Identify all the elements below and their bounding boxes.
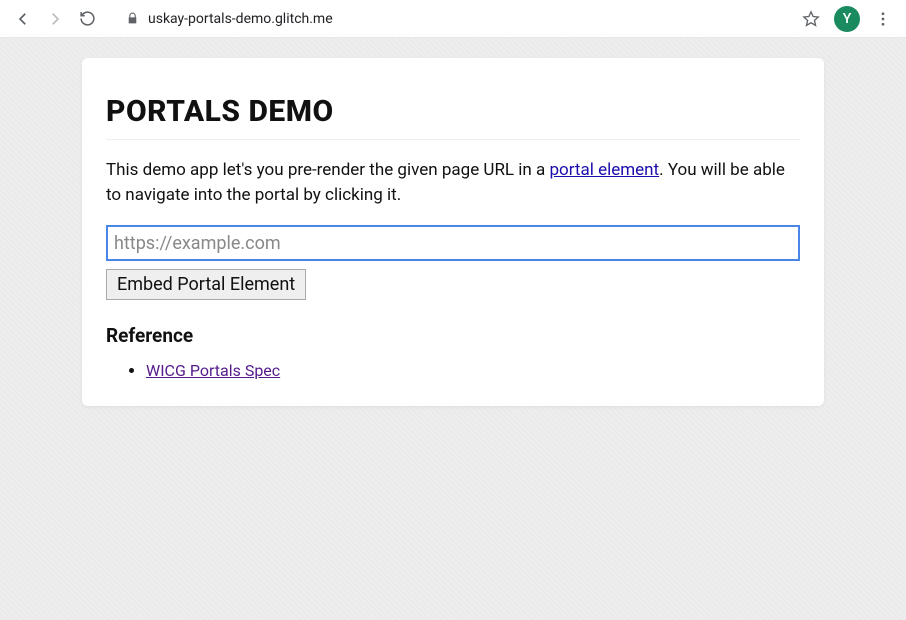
embed-portal-button[interactable]: Embed Portal Element [106, 269, 306, 300]
portal-element-link[interactable]: portal element [550, 160, 660, 180]
page-viewport: PORTALS DEMO This demo app let's you pre… [0, 38, 906, 620]
back-icon[interactable] [14, 10, 32, 28]
page-title: PORTALS DEMO [106, 94, 800, 140]
intro-text-prefix: This demo app let's you pre-render the g… [106, 160, 550, 180]
lock-icon [126, 12, 140, 26]
address-bar[interactable]: uskay-portals-demo.glitch.me [114, 5, 794, 33]
bookmark-star-icon[interactable] [802, 10, 820, 28]
kebab-menu-icon[interactable] [874, 10, 892, 28]
reload-icon[interactable] [78, 10, 96, 28]
intro-paragraph: This demo app let's you pre-render the g… [106, 158, 800, 207]
profile-avatar[interactable]: Y [834, 6, 860, 32]
url-input[interactable] [106, 225, 800, 261]
reference-heading: Reference [106, 324, 800, 347]
forward-icon [46, 10, 64, 28]
avatar-initial: Y [843, 11, 852, 27]
nav-buttons [10, 10, 100, 28]
address-url: uskay-portals-demo.glitch.me [148, 11, 333, 27]
content-card: PORTALS DEMO This demo app let's you pre… [82, 58, 824, 406]
toolbar-right: Y [802, 6, 896, 32]
wicg-portals-spec-link[interactable]: WICG Portals Spec [146, 361, 280, 380]
list-item: WICG Portals Spec [146, 361, 800, 380]
browser-toolbar: uskay-portals-demo.glitch.me Y [0, 0, 906, 38]
reference-list: WICG Portals Spec [106, 361, 800, 380]
